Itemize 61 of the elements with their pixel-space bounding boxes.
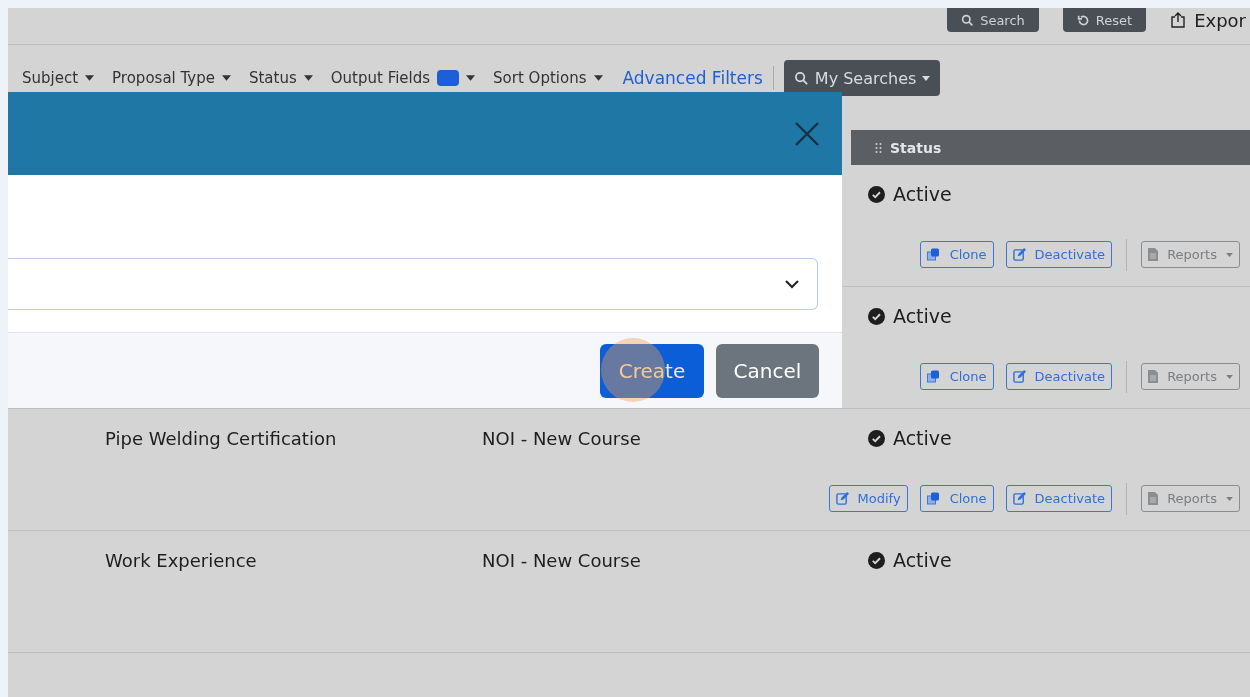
export-icon bbox=[1170, 12, 1187, 28]
caret-icon bbox=[1226, 252, 1233, 257]
filter-dropdown[interactable]: Status bbox=[248, 69, 313, 87]
edit-icon bbox=[1012, 370, 1026, 383]
edit-icon bbox=[1012, 492, 1026, 505]
clone-icon bbox=[926, 370, 941, 383]
toolbar-button[interactable]: Reset bbox=[1062, 8, 1147, 32]
filter-dropdown[interactable]: Sort Options bbox=[493, 69, 603, 87]
dialog-button[interactable]: Cancel bbox=[716, 343, 819, 398]
action-button[interactable]: Reports bbox=[1141, 241, 1240, 268]
status-text: Active bbox=[893, 183, 952, 205]
document-icon bbox=[1148, 492, 1159, 505]
action-button[interactable]: Deactivate bbox=[1005, 241, 1113, 268]
action-button[interactable]: Modify bbox=[828, 485, 908, 512]
filter-dropdown[interactable]: Output Fields bbox=[330, 69, 476, 87]
check-circle-icon bbox=[868, 429, 885, 447]
check-circle-icon bbox=[868, 185, 885, 203]
close-icon[interactable] bbox=[794, 120, 820, 147]
action-button[interactable]: Clone bbox=[919, 485, 994, 512]
toolbar-button[interactable]: Search bbox=[947, 8, 1039, 32]
status-text: Active bbox=[893, 427, 952, 449]
check-circle-icon bbox=[868, 551, 885, 569]
action-button[interactable]: Clone bbox=[919, 363, 994, 390]
advanced-filters-link[interactable]: Advanced Filters bbox=[622, 68, 763, 88]
action-button[interactable]: Clone bbox=[919, 241, 994, 268]
caret-icon bbox=[303, 75, 313, 81]
action-button[interactable]: Deactivate bbox=[1005, 363, 1113, 390]
edit-icon bbox=[835, 492, 849, 505]
table-cell: Work Experience bbox=[105, 549, 257, 571]
document-icon bbox=[1148, 248, 1159, 261]
status-text: Active bbox=[893, 305, 952, 327]
clone-icon bbox=[926, 248, 941, 261]
chevron-down-icon bbox=[785, 279, 799, 289]
caret-icon bbox=[221, 75, 231, 81]
caret-icon bbox=[1226, 374, 1233, 379]
caret-icon bbox=[922, 75, 931, 81]
table-cell: NOI - New Course bbox=[482, 549, 641, 571]
my-searches-button[interactable]: My Searches bbox=[783, 60, 941, 96]
status-text: Active bbox=[893, 549, 952, 571]
filter-dropdown[interactable]: Subject bbox=[22, 69, 95, 87]
action-button[interactable]: Deactivate bbox=[1005, 485, 1113, 512]
document-icon bbox=[1148, 370, 1159, 383]
action-button[interactable]: Reports bbox=[1141, 363, 1240, 390]
check-circle-icon bbox=[868, 307, 885, 325]
edit-icon bbox=[1012, 248, 1026, 261]
search-icon bbox=[961, 13, 975, 27]
reset-icon bbox=[1076, 13, 1090, 27]
export-button[interactable]: Expor bbox=[1170, 8, 1246, 32]
caret-icon bbox=[85, 75, 95, 81]
filter-dropdown[interactable]: Proposal Type bbox=[112, 69, 231, 87]
column-title: Status bbox=[890, 139, 942, 156]
action-button[interactable]: Reports bbox=[1141, 485, 1240, 512]
select-field[interactable] bbox=[8, 258, 818, 310]
table-cell: Pipe Welding Certification bbox=[105, 427, 337, 449]
caret-icon bbox=[466, 75, 476, 81]
table-cell: NOI - New Course bbox=[482, 427, 641, 449]
search-icon bbox=[793, 70, 809, 86]
clone-icon bbox=[926, 492, 941, 505]
caret-icon bbox=[1226, 496, 1233, 501]
caret-icon bbox=[593, 75, 603, 81]
drag-handle-icon bbox=[875, 141, 882, 154]
